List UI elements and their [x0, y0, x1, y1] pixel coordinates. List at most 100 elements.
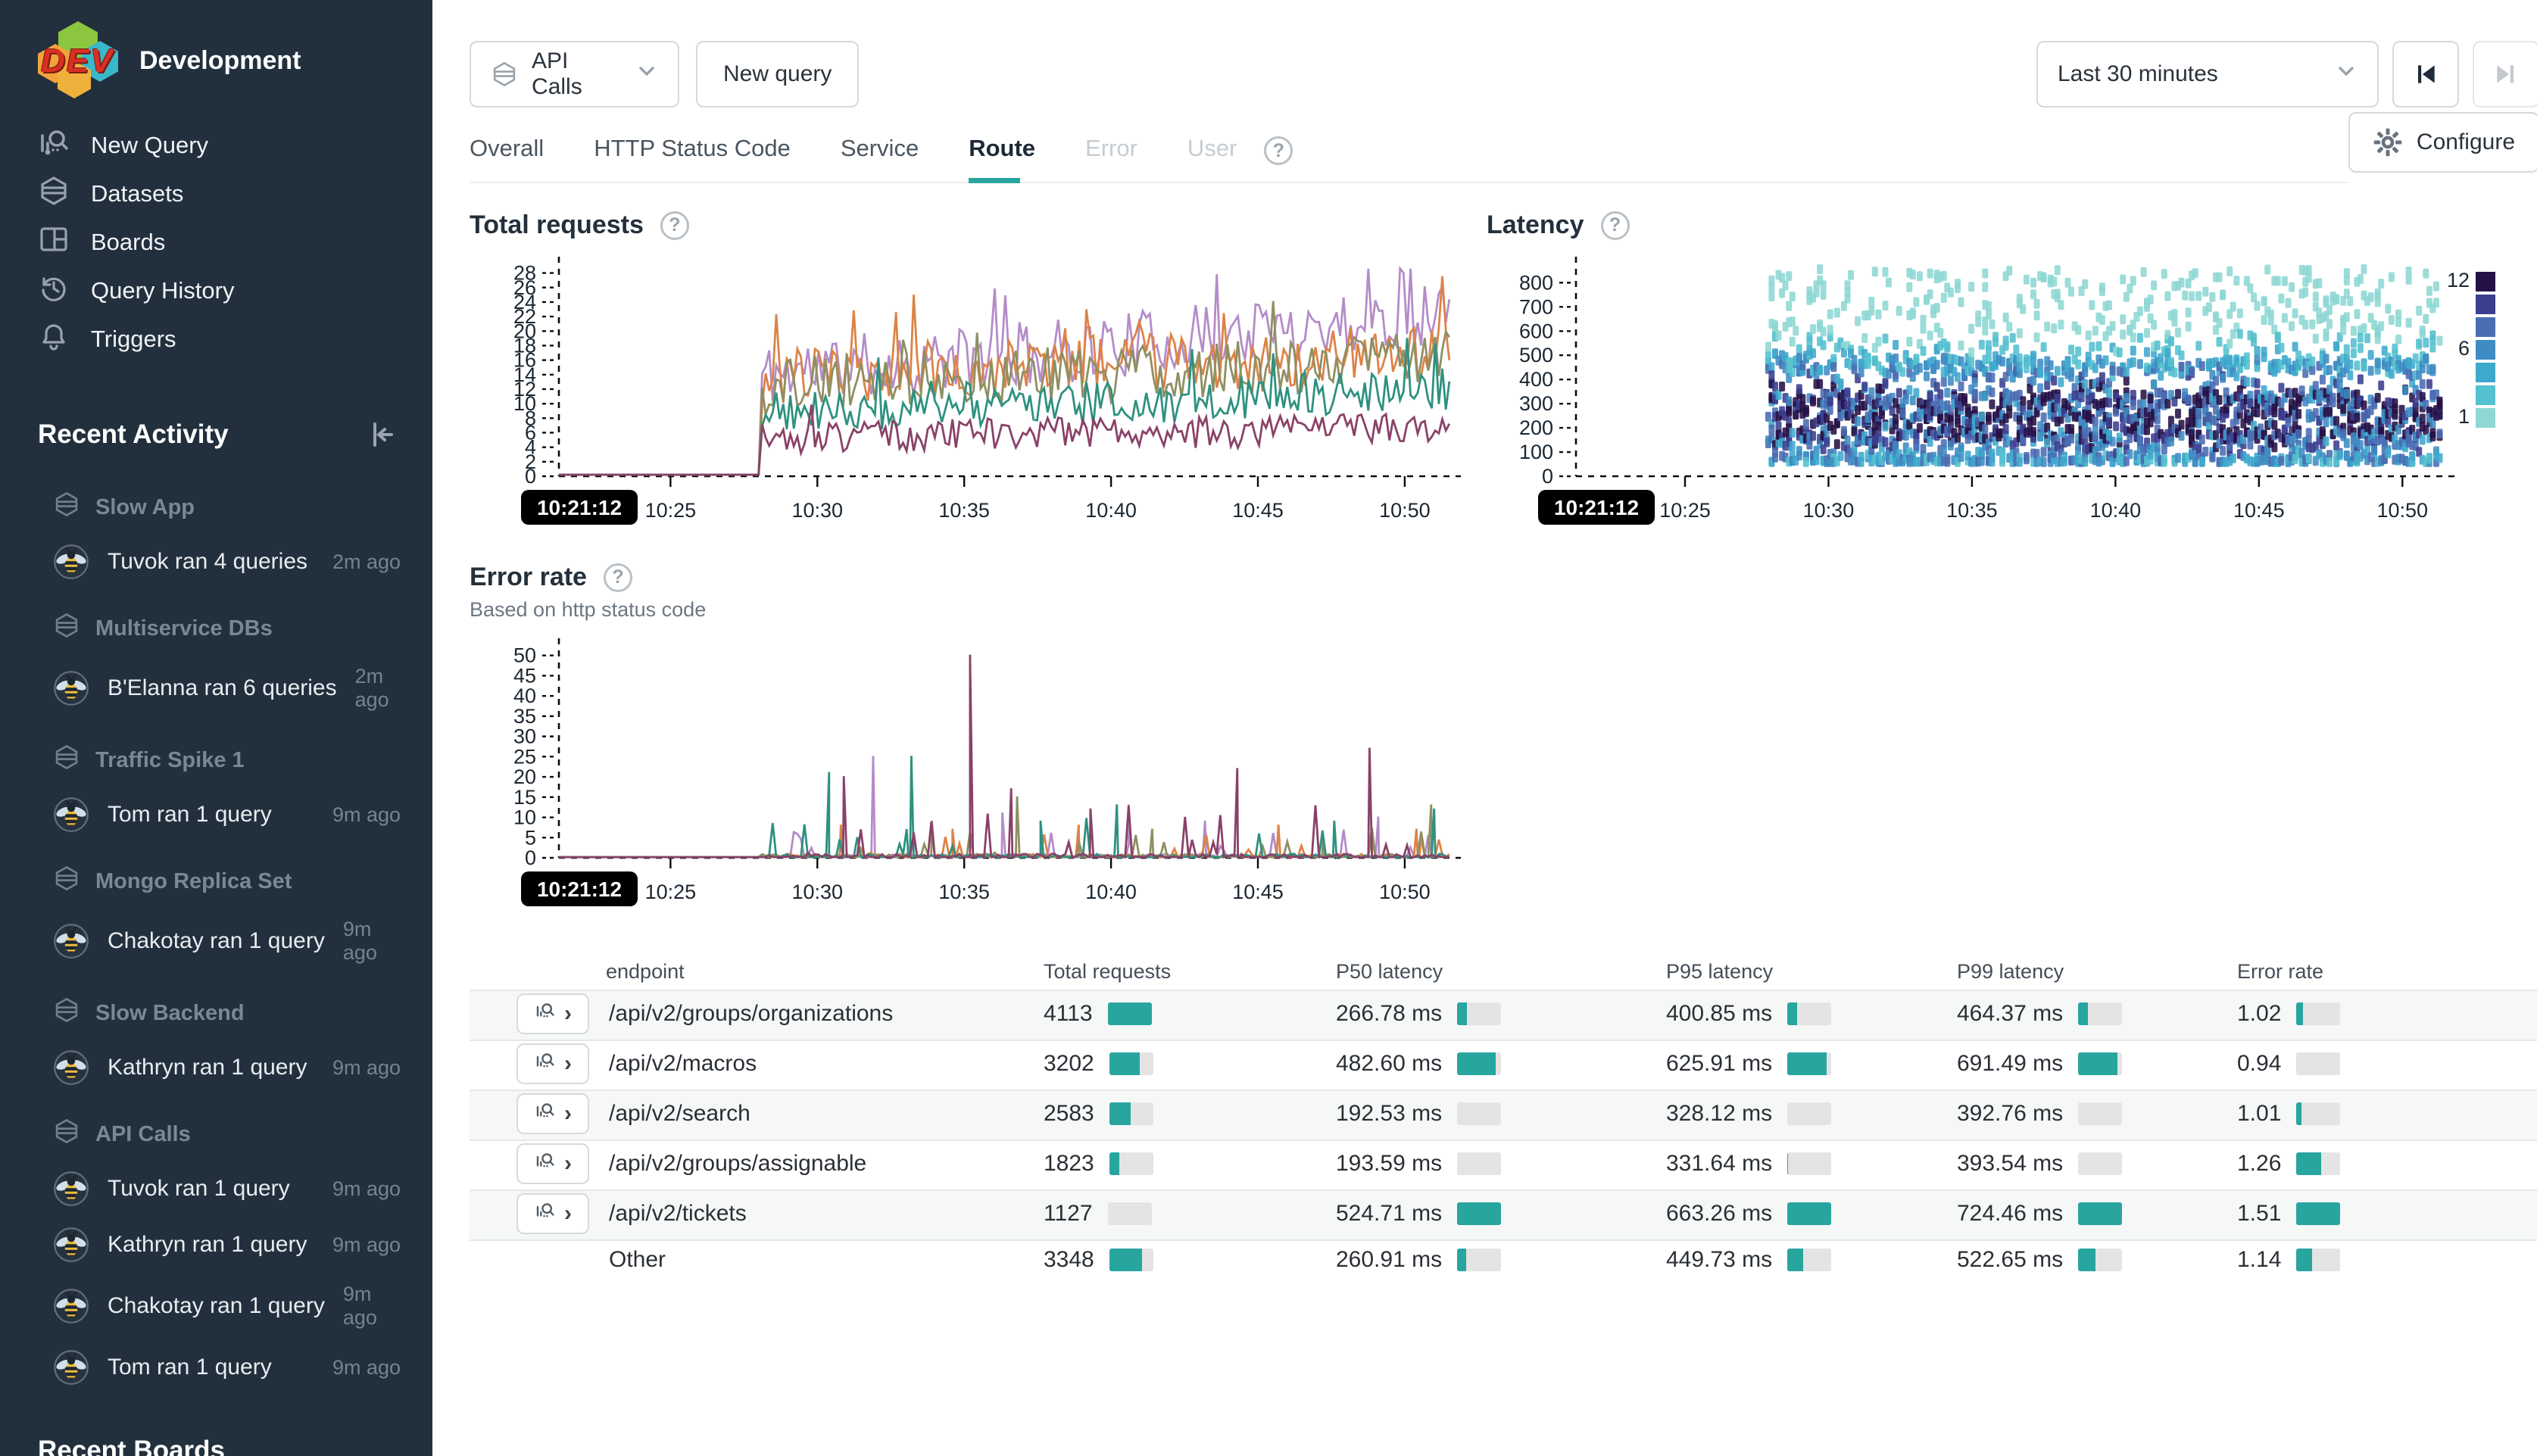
tab-route[interactable]: Route [969, 135, 1035, 182]
table-row: ›/api/v2/macros3202482.60 ms625.91 ms691… [470, 1040, 2537, 1090]
sidebar-item-datasets[interactable]: Datasets [38, 170, 432, 218]
svg-text:12: 12 [2447, 269, 2470, 292]
run-query-button[interactable]: › [516, 1093, 589, 1134]
endpoint-cell: /api/v2/macros [606, 1051, 1044, 1077]
result-tabs: OverallHTTP Status CodeServiceRouteError… [470, 120, 2348, 183]
svg-text:600: 600 [1519, 320, 1553, 342]
activity-item[interactable]: Tom ran 1 query9m ago [53, 797, 432, 833]
activity-item[interactable]: Tuvok ran 4 queries2m ago [53, 544, 432, 580]
new-query-icon [38, 126, 70, 164]
svg-text:10:21:12: 10:21:12 [1554, 496, 1639, 519]
sidebar-item-label: Boards [91, 229, 165, 256]
svg-text:10:40: 10:40 [2090, 499, 2142, 522]
tab-overall[interactable]: Overall [470, 135, 544, 182]
sidebar-item-query-history[interactable]: Query History [38, 267, 432, 315]
column-header[interactable]: P95 latency [1666, 960, 1957, 984]
metric-bar [2078, 1152, 2122, 1175]
svg-text:10:30: 10:30 [1803, 499, 1855, 522]
svg-text:10:35: 10:35 [938, 881, 990, 903]
query-run-icon [534, 1199, 557, 1228]
dataset-icon [53, 491, 80, 524]
dataset-icon [38, 175, 70, 213]
run-query-button[interactable]: › [516, 993, 589, 1034]
svg-text:100: 100 [1519, 441, 1553, 463]
bell-icon [38, 320, 70, 358]
metric-cell: 724.46 ms [1957, 1201, 2237, 1227]
run-query-button[interactable]: › [516, 1193, 589, 1234]
total-requests-chart[interactable]: Total requests ? 02468101214161820222426… [470, 210, 1487, 549]
activity-item[interactable]: B'Elanna ran 6 queries2m ago [53, 665, 432, 712]
metric-bar [1457, 1202, 1501, 1225]
bee-avatar [53, 797, 89, 833]
endpoint-cell: Other [606, 1247, 1044, 1273]
table-header: endpointTotal requestsP50 latencyP95 lat… [470, 953, 2537, 990]
metric-bar [1457, 1152, 1501, 1175]
activity-item[interactable]: Tuvok ran 1 query9m ago [53, 1171, 432, 1207]
configure-button[interactable]: Configure [2348, 112, 2537, 173]
sidebar-item-new-query[interactable]: New Query [38, 121, 432, 170]
help-circle-icon[interactable]: ? [660, 211, 689, 240]
svg-text:500: 500 [1519, 344, 1553, 366]
latency-title: Latency [1487, 210, 1584, 240]
help-circle-icon[interactable]: ? [1601, 211, 1630, 240]
dataset-select[interactable]: API Calls [470, 41, 679, 108]
column-header[interactable]: Error rate [2237, 960, 2537, 984]
activity-text: Tom ran 1 query [108, 1355, 314, 1380]
new-query-button[interactable]: New query [696, 41, 859, 108]
metric-cell: 663.26 ms [1666, 1201, 1957, 1227]
metric-bar [1109, 1152, 1153, 1175]
svg-text:400: 400 [1519, 368, 1553, 391]
time-range-select[interactable]: Last 30 minutes [2036, 41, 2379, 108]
team-switcher[interactable]: DEV Development [38, 21, 432, 100]
tab-http-status-code[interactable]: HTTP Status Code [594, 135, 791, 182]
sidebar-item-boards[interactable]: Boards [38, 218, 432, 267]
metric-bar [1108, 1202, 1152, 1225]
metric-cell: 522.65 ms [1957, 1247, 2237, 1273]
bee-avatar [53, 1049, 89, 1086]
metric-cell: 691.49 ms [1957, 1051, 2237, 1077]
skip-back-button[interactable] [2392, 41, 2459, 108]
error-rate-chart[interactable]: Error rate ? Based on http status code 0… [470, 549, 1487, 931]
activity-time: 9m ago [332, 1056, 401, 1080]
svg-text:0: 0 [525, 846, 536, 869]
activity-item[interactable]: Tom ran 1 query9m ago [53, 1349, 432, 1386]
run-query-button[interactable]: › [516, 1143, 589, 1184]
metric-cell: 464.37 ms [1957, 1001, 2237, 1027]
column-header[interactable]: P50 latency [1336, 960, 1666, 984]
skip-to-start-icon [2411, 59, 2441, 89]
activity-item[interactable]: Chakotay ran 1 query9m ago [53, 918, 432, 965]
recent-activity-list: Slow AppTuvok ran 4 queries2m agoMultise… [38, 459, 432, 1386]
column-header[interactable]: endpoint [606, 960, 1044, 984]
activity-item[interactable]: Kathryn ran 1 query9m ago [53, 1049, 432, 1086]
activity-group: Mongo Replica SetChakotay ran 1 query9m … [53, 865, 432, 965]
column-header[interactable]: Total requests [1044, 960, 1336, 984]
sidebar-nav: New QueryDatasets Boards Query HistoryTrig… [38, 121, 432, 363]
activity-text: B'Elanna ran 6 queries [108, 675, 337, 701]
help-circle-icon[interactable]: ? [604, 563, 632, 592]
svg-text:30: 30 [513, 725, 536, 748]
svg-text:40: 40 [513, 684, 536, 707]
metric-cell: 3202 [1044, 1051, 1336, 1077]
latency-chart[interactable]: Latency ? 010020030040050060070080010:25… [1487, 210, 2537, 549]
metric-bar [1109, 1052, 1153, 1075]
metric-cell: 400.85 ms [1666, 1001, 1957, 1027]
sidebar-item-triggers[interactable]: Triggers [38, 315, 432, 363]
activity-item[interactable]: Kathryn ran 1 query9m ago [53, 1227, 432, 1263]
activity-item[interactable]: Chakotay ran 1 query9m ago [53, 1283, 432, 1330]
gear-icon [2373, 127, 2403, 157]
collapse-sidebar-icon[interactable] [366, 418, 399, 451]
metric-cell: 524.71 ms [1336, 1201, 1666, 1227]
tabs-help-icon[interactable]: ? [1264, 136, 1293, 182]
column-header[interactable]: P99 latency [1957, 960, 2237, 984]
svg-text:45: 45 [513, 664, 536, 687]
metric-cell: 331.64 ms [1666, 1151, 1957, 1177]
table-row: ›/api/v2/tickets1127524.71 ms663.26 ms72… [470, 1189, 2537, 1239]
activity-time: 9m ago [332, 1177, 401, 1201]
total-requests-title: Total requests [470, 210, 644, 240]
activity-dataset-label: Multiservice DBs [53, 612, 432, 645]
run-query-button[interactable]: › [516, 1043, 589, 1084]
query-run-icon [534, 1099, 557, 1128]
tab-service[interactable]: Service [841, 135, 919, 182]
dataset-icon [53, 865, 80, 898]
team-logo-icon: DEV [38, 21, 120, 100]
